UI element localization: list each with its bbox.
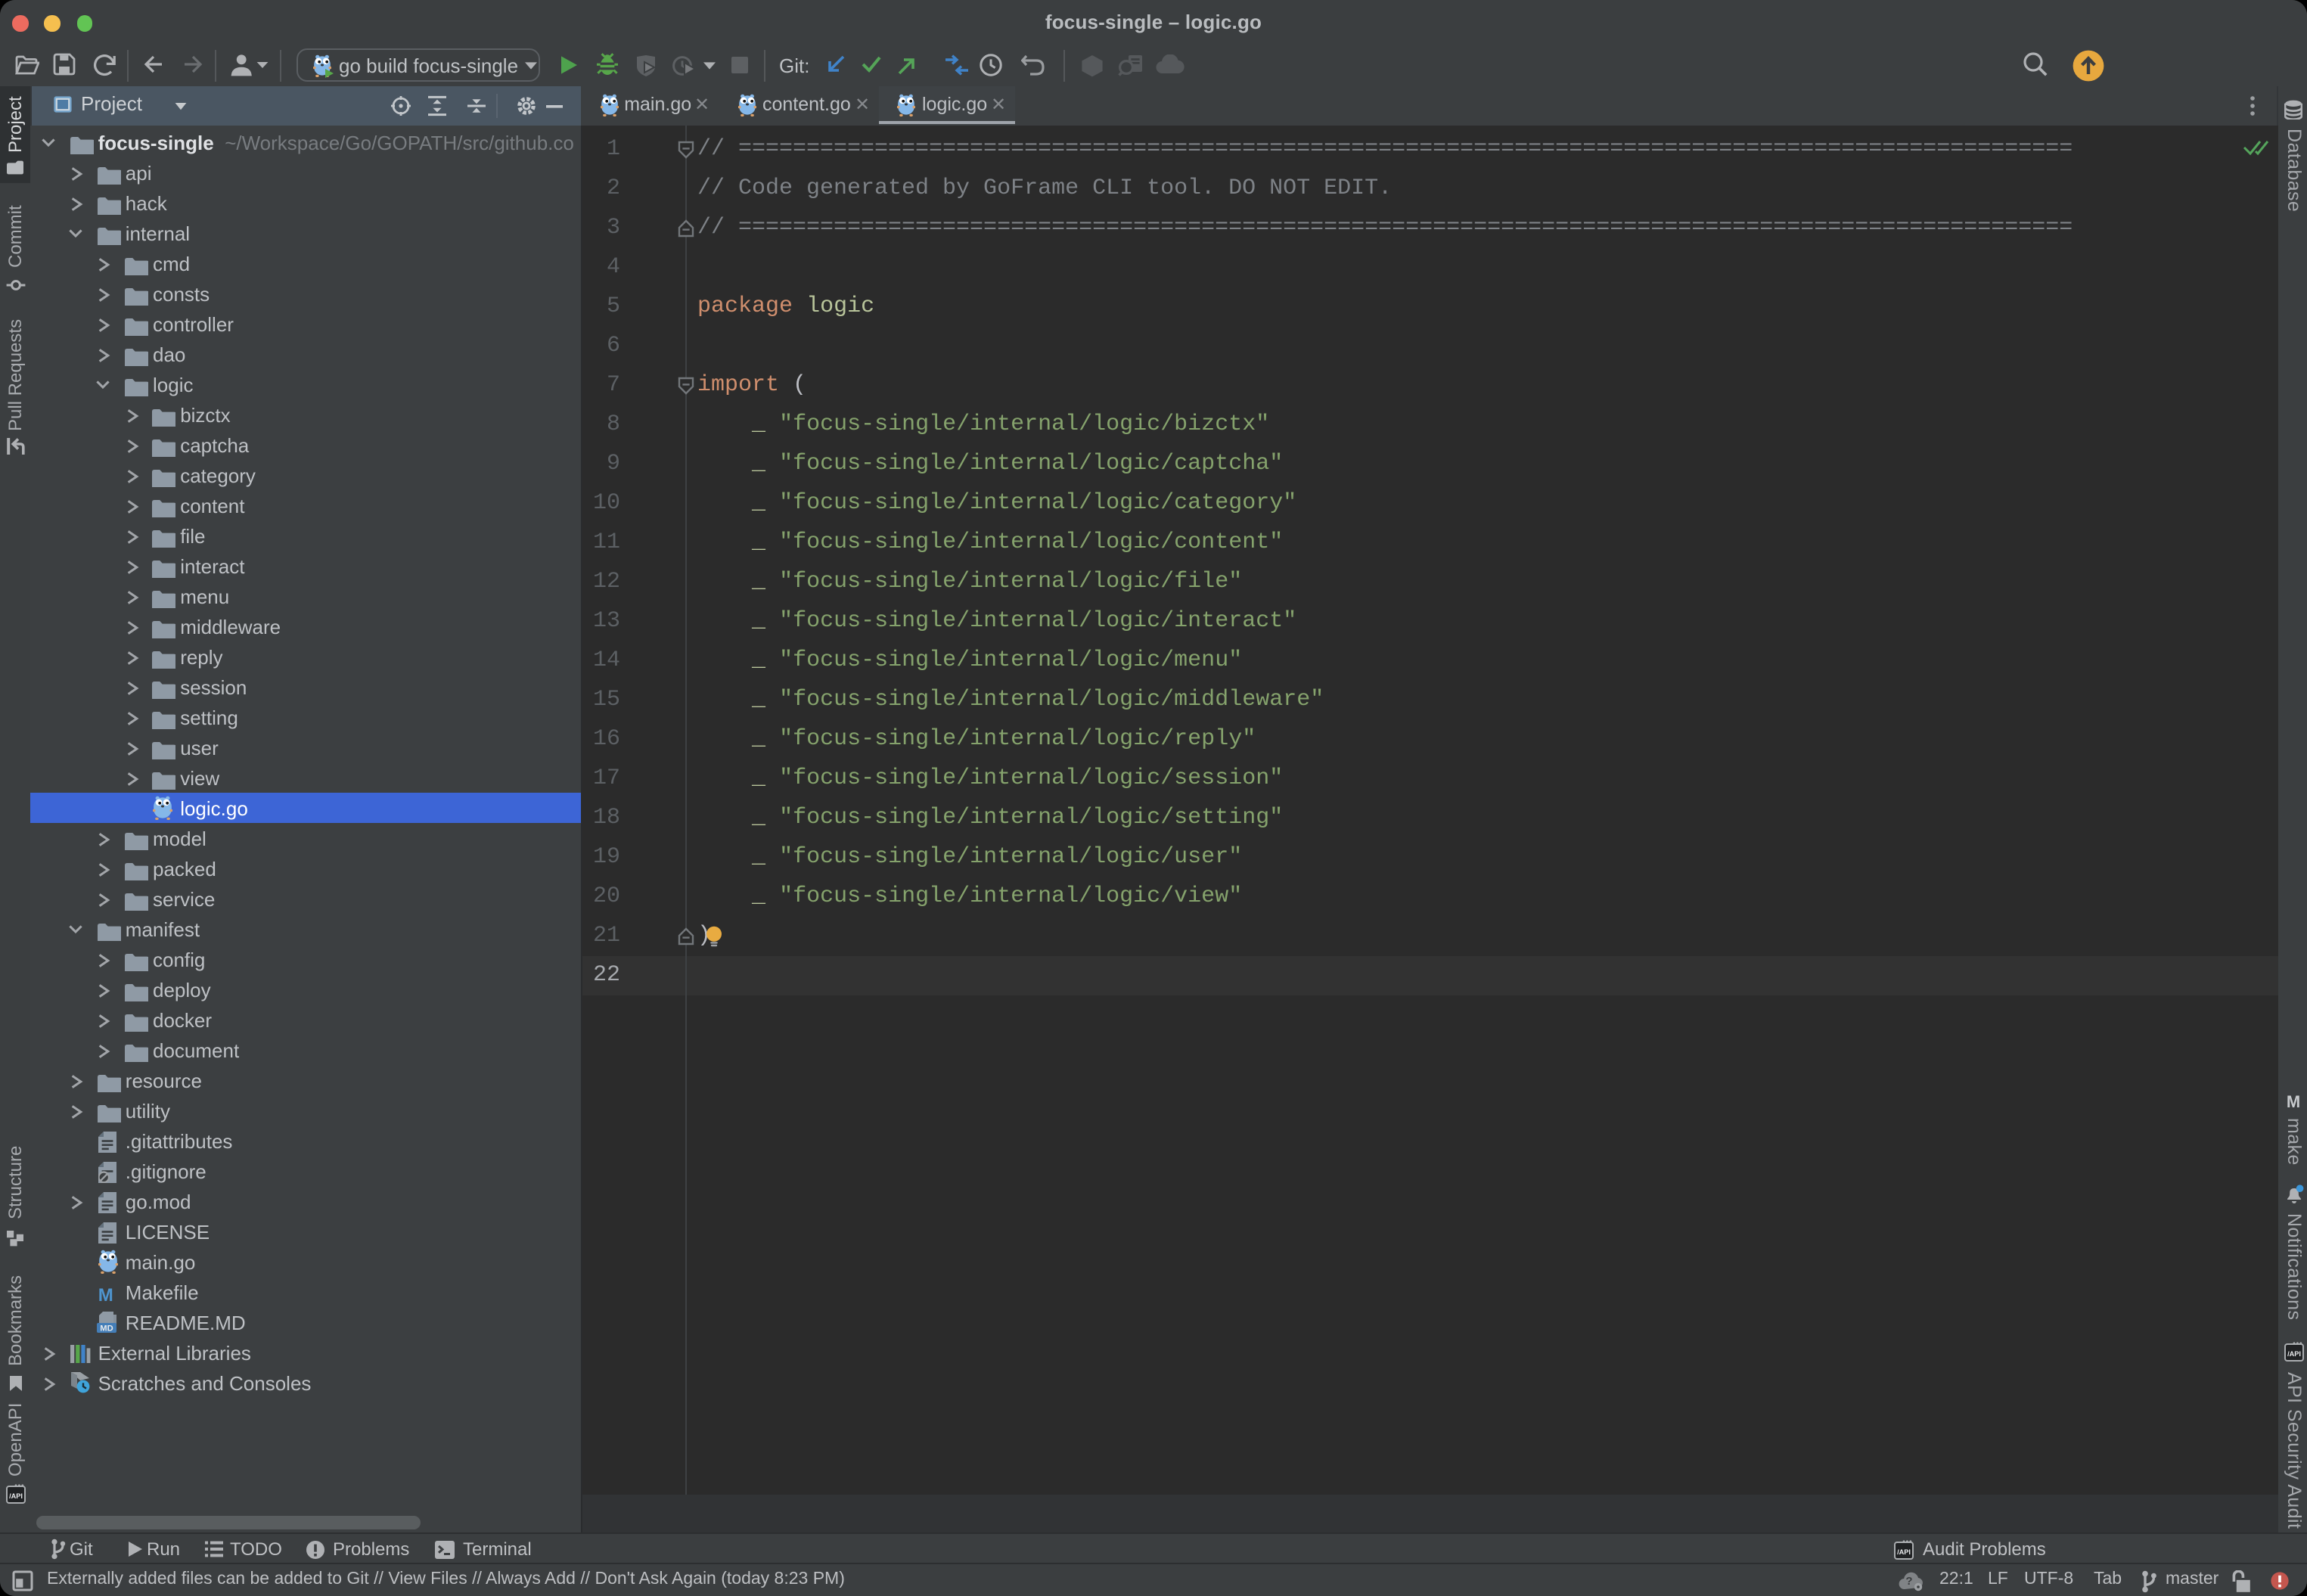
- svg-text:?: ?: [1905, 1574, 1912, 1587]
- svg-text:/API: /API: [8, 1492, 22, 1500]
- svg-text:/API: /API: [1896, 1548, 1910, 1555]
- svg-text:MD: MD: [100, 1324, 113, 1333]
- svg-text:/API: /API: [2287, 1349, 2300, 1357]
